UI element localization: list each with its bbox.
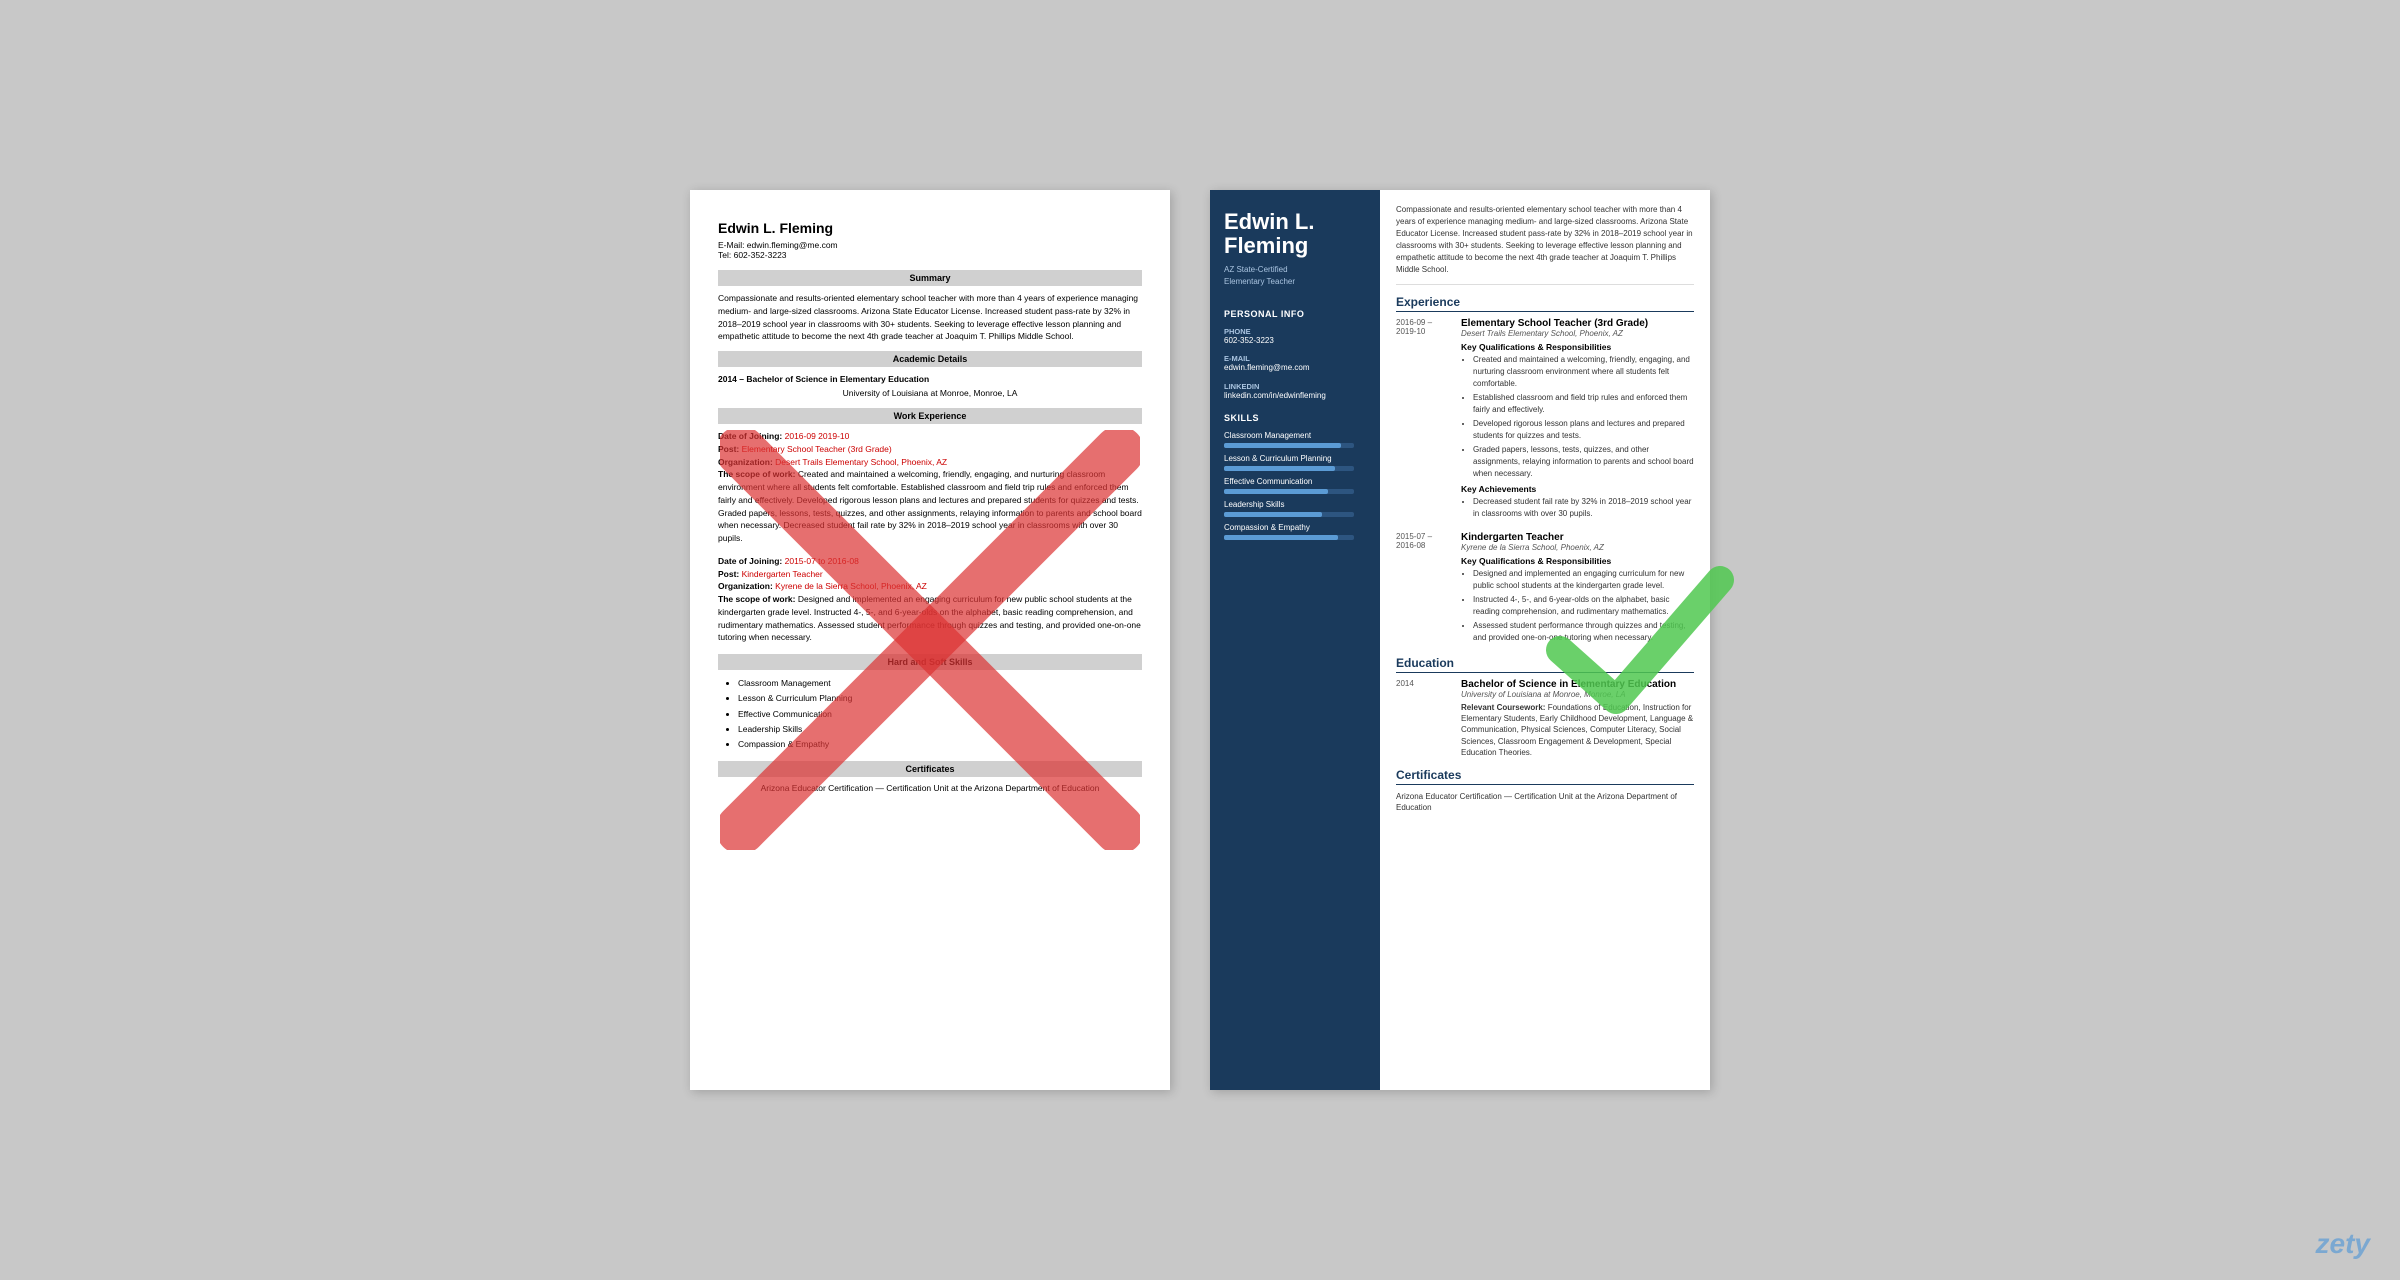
experience-heading: Experience (1396, 295, 1694, 312)
right-summary: Compassionate and results-oriented eleme… (1396, 204, 1694, 285)
skills-list: Classroom Management Lesson & Curriculum… (738, 676, 1142, 752)
exp-entry-2: 2015-07 –2016-08 Kindergarten Teacher Ky… (1396, 532, 1694, 646)
email-item: E-mail edwin.fleming@me.com (1210, 350, 1380, 377)
summary-header: Summary (718, 270, 1142, 286)
exp-entry-1: 2016-09 –2019-10 Elementary School Teach… (1396, 318, 1694, 522)
linkedin-item: LinkedIn linkedin.com/in/edwinfleming (1210, 378, 1380, 405)
education-heading: Education (1396, 656, 1694, 673)
work-entry-1: Date of Joining: 2016-09 2019-10 Post: E… (718, 430, 1142, 545)
sidebar-name-area: Edwin L. Fleming AZ State-CertifiedEleme… (1210, 190, 1380, 301)
certificates-heading: Certificates (1396, 768, 1694, 785)
skills-header: Hard and Soft Skills (718, 654, 1142, 670)
personal-info-title: Personal Info (1210, 301, 1380, 323)
education-entry: 2014 – Bachelor of Science in Elementary… (718, 373, 1142, 400)
sidebar-last-name: Fleming (1224, 234, 1366, 258)
right-resume: Edwin L. Fleming AZ State-CertifiedEleme… (1210, 190, 1710, 1090)
resume-main-content: Compassionate and results-oriented eleme… (1380, 190, 1710, 1090)
sidebar-first-name: Edwin L. (1224, 210, 1366, 234)
edu-entry-1: 2014 Bachelor of Science in Elementary E… (1396, 679, 1694, 758)
skill-5: Compassion & Empathy (1210, 519, 1380, 542)
left-resume: Edwin L. Fleming E-Mail: edwin.fleming@m… (690, 190, 1170, 1090)
sidebar-tagline: AZ State-CertifiedElementary Teacher (1224, 264, 1366, 286)
left-name: Edwin L. Fleming (718, 220, 1142, 236)
phone-item: Phone 602-352-3223 (1210, 323, 1380, 350)
resume-sidebar: Edwin L. Fleming AZ State-CertifiedEleme… (1210, 190, 1380, 1090)
work-entry-2: Date of Joining: 2015-07 to 2016-08 Post… (718, 555, 1142, 644)
skill-4: Leadership Skills (1210, 496, 1380, 519)
skill-2: Lesson & Curriculum Planning (1210, 450, 1380, 473)
cert-text: Arizona Educator Certification — Certifi… (718, 783, 1142, 793)
skill-1: Classroom Management (1210, 427, 1380, 450)
exp2-bullets: Designed and implemented an engaging cur… (1473, 568, 1694, 644)
skill-3: Effective Communication (1210, 473, 1380, 496)
certs-header: Certificates (718, 761, 1142, 777)
zety-logo: zety (2316, 1228, 2370, 1260)
work-header: Work Experience (718, 408, 1142, 424)
academic-header: Academic Details (718, 351, 1142, 367)
certs-right: Arizona Educator Certification — Certifi… (1396, 791, 1694, 813)
summary-text: Compassionate and results-oriented eleme… (718, 292, 1142, 343)
skills-title: Skills (1210, 405, 1380, 427)
left-email: E-Mail: edwin.fleming@me.com Tel: 602-35… (718, 240, 1142, 260)
exp1-achievements: Decreased student fail rate by 32% in 20… (1473, 496, 1694, 520)
exp1-bullets: Created and maintained a welcoming, frie… (1473, 354, 1694, 480)
